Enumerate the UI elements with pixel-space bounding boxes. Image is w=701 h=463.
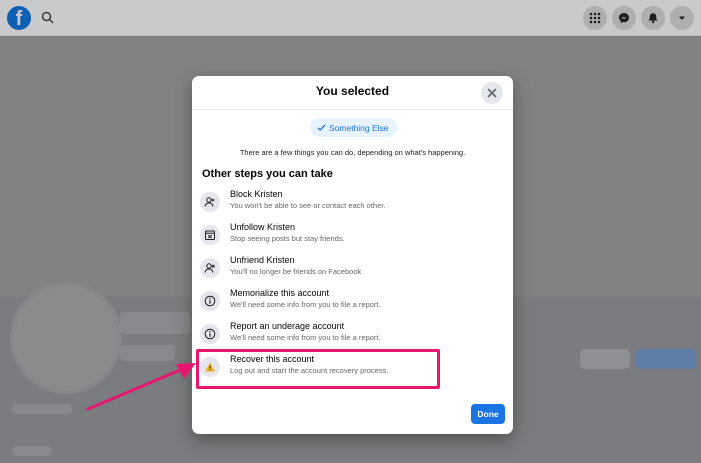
option-description: We'll need some info from you to file a … xyxy=(230,300,381,309)
facebook-logo[interactable]: f xyxy=(7,6,31,30)
search-icon[interactable] xyxy=(40,10,56,26)
profile-meta-placeholder xyxy=(120,345,175,361)
option-title: Memorialize this account xyxy=(230,288,330,298)
option-description: Stop seeing posts but stay friends. xyxy=(230,234,345,243)
block-user-icon xyxy=(200,192,220,212)
info-icon xyxy=(200,291,220,311)
option-unfriend[interactable]: Unfriend Kristen You'll no longer be fri… xyxy=(200,254,500,284)
profile-secondary-button xyxy=(580,349,630,369)
option-memorialize[interactable]: Memorialize this account We'll need some… xyxy=(200,287,500,317)
dialog-title: You selected xyxy=(315,84,390,98)
top-navigation-bar: f xyxy=(0,0,701,36)
info-icon xyxy=(200,324,220,344)
unfriend-icon xyxy=(200,258,220,278)
highlight-box xyxy=(196,349,440,389)
option-description: We'll need some info from you to file a … xyxy=(230,333,381,342)
selected-option-label: Something Else xyxy=(329,122,389,133)
option-title: Unfriend Kristen xyxy=(230,255,295,265)
menu-grid-icon[interactable] xyxy=(583,6,607,30)
option-report-underage[interactable]: Report an underage account We'll need so… xyxy=(200,320,500,350)
messenger-icon[interactable] xyxy=(612,6,636,30)
option-unfollow[interactable]: Unfollow Kristen Stop seeing posts but s… xyxy=(200,221,500,251)
selected-option-chip[interactable]: Something Else xyxy=(310,118,397,137)
profile-name-placeholder xyxy=(120,312,190,334)
done-button[interactable]: Done xyxy=(471,404,505,424)
checkmark-icon xyxy=(317,124,326,131)
option-title: Block Kristen xyxy=(230,189,283,199)
unfollow-icon xyxy=(200,225,220,245)
option-description: You won't be able to see or contact each… xyxy=(230,201,386,210)
option-title: Report an underage account xyxy=(230,321,345,331)
dialog-header: You selected xyxy=(192,76,513,110)
profile-primary-button xyxy=(636,349,696,369)
info-text: There are a few things you can do, depen… xyxy=(239,148,466,157)
profile-tab-placeholder xyxy=(12,404,72,414)
close-icon xyxy=(487,88,497,98)
option-title: Unfollow Kristen xyxy=(230,222,296,232)
notifications-bell-icon[interactable] xyxy=(641,6,665,30)
option-block[interactable]: Block Kristen You won't be able to see o… xyxy=(200,188,500,218)
profile-tab-placeholder xyxy=(12,446,52,456)
profile-avatar xyxy=(10,282,122,394)
option-description: You'll no longer be friends on Facebook xyxy=(230,267,362,276)
account-dropdown-icon[interactable] xyxy=(670,6,694,30)
section-title: Other steps you can take xyxy=(202,168,333,180)
close-button[interactable] xyxy=(481,82,503,104)
